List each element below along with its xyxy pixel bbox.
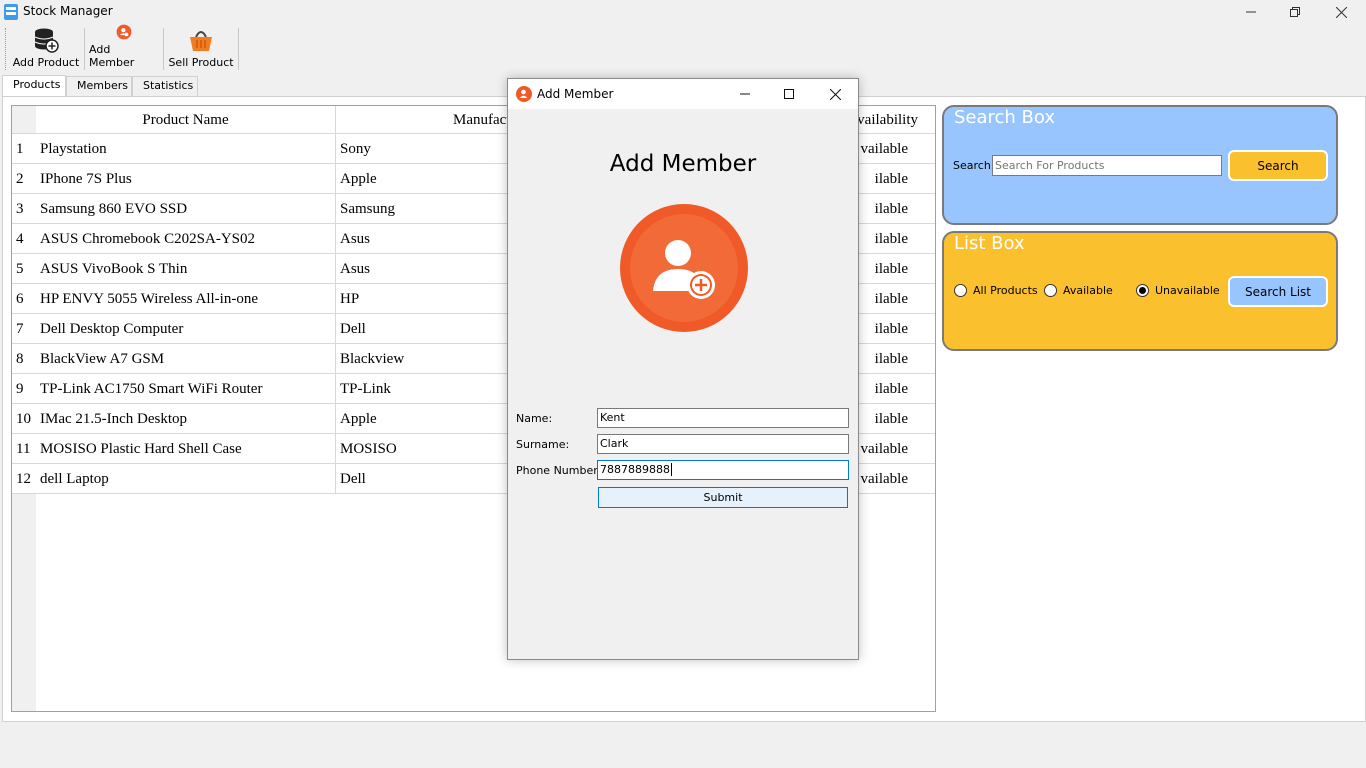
row-number: 9: [12, 374, 36, 404]
add-member-label: Add Member: [89, 43, 135, 69]
list-box-title: List Box: [954, 233, 1025, 254]
list-box-group: List Box All Products Available Unavaila…: [942, 231, 1338, 351]
cell-product-name[interactable]: MOSISO Plastic Hard Shell Case: [36, 434, 336, 464]
toolbar: Add Product Add Member Sell Product: [0, 24, 1366, 72]
tab-products-label: Products: [13, 78, 61, 91]
row-number: 11: [12, 434, 36, 464]
text-cursor: [671, 463, 672, 476]
dialog-maximize-button[interactable]: [766, 82, 812, 106]
header-label: Product Name: [142, 112, 229, 128]
row-number: 6: [12, 284, 36, 314]
tab-members[interactable]: Members: [66, 76, 132, 96]
tab-products[interactable]: Products: [2, 75, 66, 96]
row-number: 2: [12, 164, 36, 194]
search-list-button-label: Search List: [1244, 284, 1312, 299]
column-header-product-name[interactable]: Product Name: [36, 106, 336, 134]
add-product-label: Add Product: [12, 56, 80, 69]
radio-unavailable[interactable]: Unavailable: [1136, 284, 1220, 297]
add-member-large-icon: [620, 204, 748, 332]
shopping-basket-icon: [190, 31, 212, 51]
cell-product-name[interactable]: IPhone 7S Plus: [36, 164, 336, 194]
toolbar-separator: [163, 28, 164, 70]
cell-product-name[interactable]: HP ENVY 5055 Wireless All-in-one: [36, 284, 336, 314]
app-icon: [4, 4, 18, 20]
tab-statistics[interactable]: Statistics: [132, 76, 198, 96]
cell-product-name[interactable]: Samsung 860 EVO SSD: [36, 194, 336, 224]
row-number: 5: [12, 254, 36, 284]
radio-circle: [1044, 284, 1057, 297]
radio-label: Unavailable: [1155, 284, 1220, 297]
submit-button[interactable]: Submit: [598, 487, 848, 508]
toolbar-separator: [84, 28, 85, 70]
table-corner: [12, 106, 36, 134]
tab-members-label: Members: [77, 79, 128, 92]
minimize-icon: [1246, 11, 1256, 13]
search-list-button[interactable]: Search List: [1228, 276, 1328, 307]
row-number: 1: [12, 134, 36, 164]
row-number: 12: [12, 464, 36, 494]
add-member-dialog: Add Member Add Member Name: Kent Surname…: [507, 78, 859, 660]
cell-product-name[interactable]: dell Laptop: [36, 464, 336, 494]
row-number: 4: [12, 224, 36, 254]
dialog-heading: Add Member: [609, 151, 757, 177]
tab-statistics-label: Statistics: [143, 79, 194, 92]
cell-product-name[interactable]: Dell Desktop Computer: [36, 314, 336, 344]
toolbar-grip: [5, 28, 7, 70]
add-member-icon: [516, 86, 532, 102]
minimize-icon: [740, 93, 750, 95]
radio-circle: [954, 284, 967, 297]
row-number: 8: [12, 344, 36, 374]
search-label: Search: [953, 159, 991, 172]
radio-selected-dot: [1139, 287, 1146, 294]
search-button-label: Search: [1257, 158, 1299, 173]
search-box-group: Search Box Search Search: [942, 105, 1338, 225]
search-box-title: Search Box: [954, 107, 1056, 128]
cell-product-name[interactable]: ASUS VivoBook S Thin: [36, 254, 336, 284]
cell-product-name[interactable]: ASUS Chromebook C202SA-YS02: [36, 224, 336, 254]
search-input[interactable]: [992, 155, 1222, 176]
close-icon: [829, 88, 841, 100]
close-button[interactable]: [1318, 0, 1364, 24]
cell-product-name[interactable]: Playstation: [36, 134, 336, 164]
surname-label: Surname:: [516, 438, 570, 451]
name-field[interactable]: Kent: [597, 408, 849, 428]
add-product-button[interactable]: Add Product: [12, 24, 80, 72]
restore-icon: [1290, 7, 1300, 17]
dialog-minimize-button[interactable]: [722, 82, 768, 106]
dialog-title: Add Member: [537, 87, 614, 101]
radio-available[interactable]: Available: [1044, 284, 1113, 297]
toolbar-separator: [238, 28, 239, 70]
name-label: Name:: [516, 412, 553, 425]
cell-product-name[interactable]: BlackView A7 GSM: [36, 344, 336, 374]
row-number: 7: [12, 314, 36, 344]
window-title: Stock Manager: [23, 4, 113, 18]
add-member-button[interactable]: Add Member: [89, 24, 159, 72]
minimize-button[interactable]: [1228, 0, 1274, 24]
radio-label: Available: [1063, 284, 1113, 297]
dialog-close-button[interactable]: [812, 82, 858, 106]
cell-product-name[interactable]: TP-Link AC1750 Smart WiFi Router: [36, 374, 336, 404]
radio-all-products[interactable]: All Products: [954, 284, 1038, 297]
main-title-bar: Stock Manager: [0, 0, 1366, 24]
phone-number-field[interactable]: 7887889888: [597, 460, 849, 480]
sell-product-button[interactable]: Sell Product: [168, 24, 234, 72]
radio-label: All Products: [973, 284, 1038, 297]
row-number: 10: [12, 404, 36, 434]
surname-field[interactable]: Clark: [597, 434, 849, 454]
phone-number-label: Phone Number:: [516, 464, 602, 477]
search-button[interactable]: Search: [1228, 150, 1328, 181]
dialog-title-bar: Add Member: [508, 79, 858, 109]
maximize-icon: [784, 89, 794, 99]
database-add-icon: [34, 28, 59, 53]
restore-button[interactable]: [1272, 0, 1318, 24]
sell-product-label: Sell Product: [168, 56, 234, 69]
row-number: 3: [12, 194, 36, 224]
cell-product-name[interactable]: IMac 21.5-Inch Desktop: [36, 404, 336, 434]
add-member-icon: [116, 24, 132, 40]
status-bar: [0, 764, 1366, 768]
submit-button-label: Submit: [703, 491, 743, 504]
close-icon: [1335, 6, 1347, 18]
phone-number-value: 7887889888: [600, 463, 670, 476]
radio-circle: [1136, 284, 1149, 297]
